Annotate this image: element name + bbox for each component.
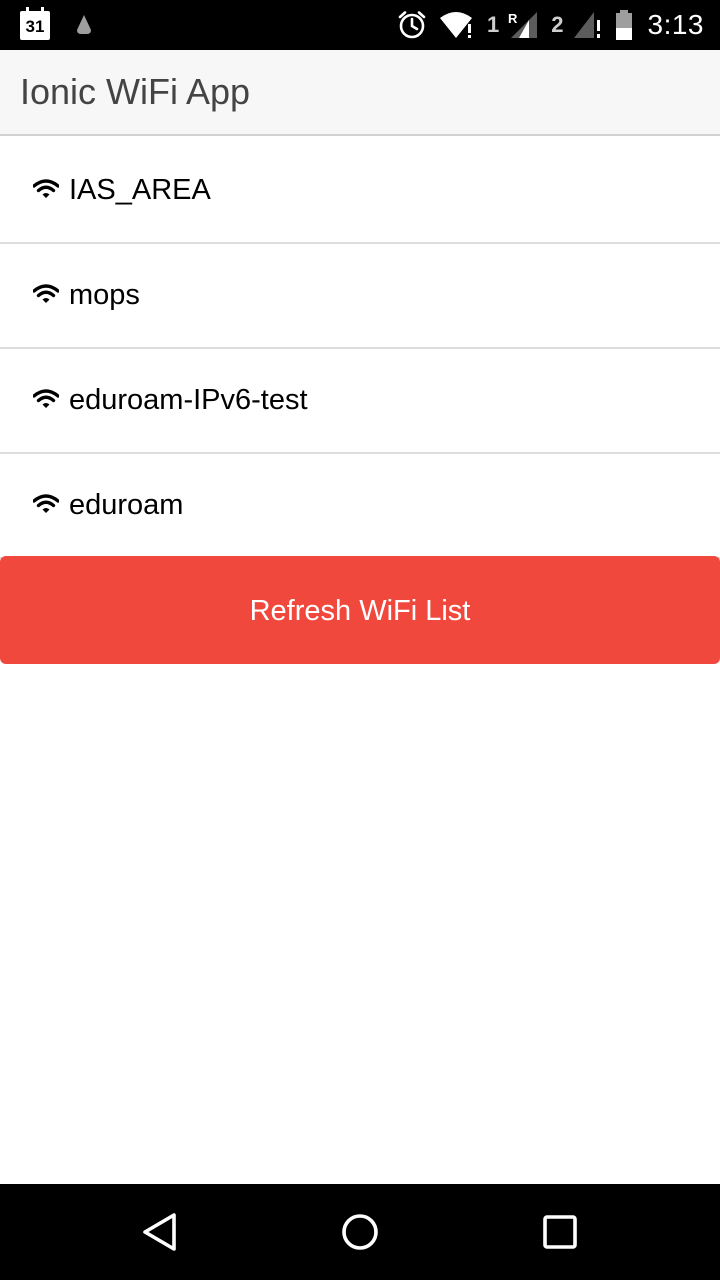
calendar-icon: 31: [20, 6, 50, 40]
battery-icon: [615, 10, 632, 40]
clock: 3:13: [647, 9, 704, 40]
status-bar-right: 1 R 2 3:13: [385, 8, 704, 42]
status-bar: 31 1 R 2 3:13: [0, 0, 720, 50]
recents-icon[interactable]: [536, 1208, 584, 1256]
navigation-bar: [0, 1184, 720, 1280]
sim1-label: 1: [487, 12, 500, 37]
wifi-list-item[interactable]: mops: [0, 244, 720, 349]
wifi-status-icon: [440, 12, 472, 38]
wifi-icon: [33, 389, 59, 408]
wifi-icon: [33, 494, 59, 513]
wifi-list-item[interactable]: eduroam-IPv6-test: [0, 349, 720, 454]
wifi-ssid-label: eduroam-IPv6-test: [69, 384, 308, 416]
drive-icon: [77, 15, 91, 34]
wifi-ssid-label: eduroam: [69, 489, 184, 521]
wifi-ssid-label: mops: [69, 279, 140, 311]
back-icon[interactable]: [136, 1208, 184, 1256]
refresh-wifi-button[interactable]: Refresh WiFi List: [0, 556, 720, 664]
page-title: Ionic WiFi App: [20, 71, 251, 112]
status-bar-left: 31: [20, 6, 94, 41]
wifi-ssid-label: IAS_AREA: [69, 174, 211, 206]
wifi-network-list: IAS_AREA mops eduroam-IPv6-test eduroam: [0, 139, 720, 559]
wifi-list-item[interactable]: IAS_AREA: [0, 139, 720, 244]
alarm-icon: [398, 11, 426, 39]
roaming-indicator: R: [508, 11, 518, 26]
app-header: Ionic WiFi App: [0, 50, 720, 136]
wifi-icon: [33, 179, 59, 198]
home-icon[interactable]: [336, 1208, 384, 1256]
signal-no-service-icon: [573, 12, 600, 38]
app-screen: 31 1 R 2 3:13 Ionic WiFi App IAS_AREA mo…: [0, 0, 720, 1280]
sim2-label: 2: [551, 12, 564, 37]
wifi-list-item[interactable]: eduroam: [0, 454, 720, 559]
wifi-icon: [33, 284, 59, 303]
signal-roaming-icon: R: [508, 11, 538, 38]
